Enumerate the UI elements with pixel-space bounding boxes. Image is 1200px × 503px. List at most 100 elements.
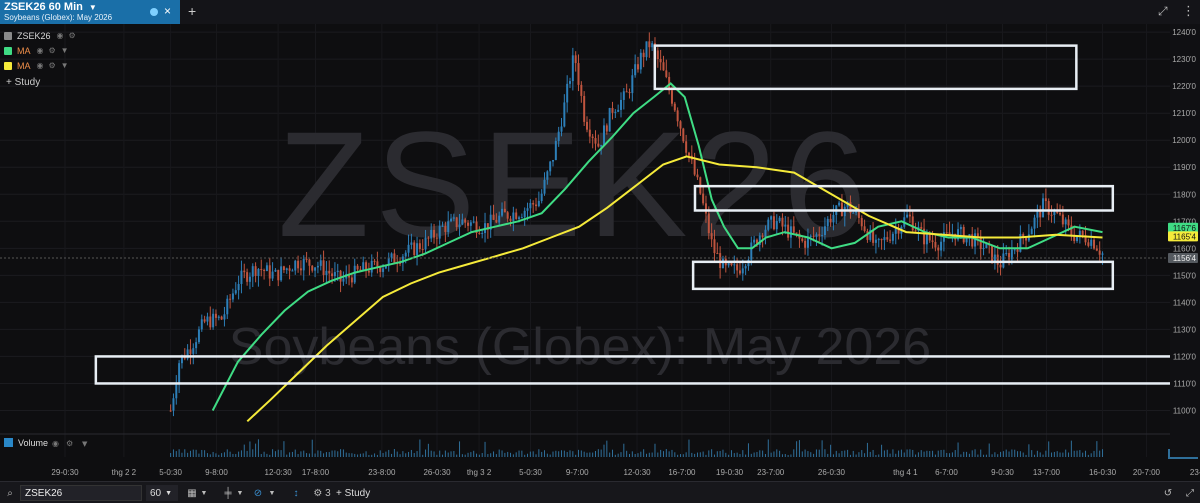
legend-row-ma-yellow[interactable]: MA ◉ ⚙ ▼ <box>4 58 81 73</box>
search-icon[interactable]: ⌕ <box>0 485 20 501</box>
close-icon[interactable]: × <box>164 4 171 18</box>
chevron-down-icon[interactable]: ▼ <box>61 61 69 70</box>
candle-body <box>214 313 217 318</box>
candle-body <box>481 232 484 234</box>
candle-body <box>1002 253 1005 268</box>
price-tick-label: 1130'0 <box>1173 325 1197 334</box>
candle-body <box>175 384 178 399</box>
eye-icon[interactable]: ◉ <box>57 31 64 40</box>
candle-body <box>362 262 365 271</box>
chevron-down-icon[interactable]: ▼ <box>89 3 97 12</box>
candle-body <box>1067 219 1070 226</box>
time-tick-label: 26-0:30 <box>818 468 846 477</box>
study-legend: ZSEK26 ◉ ⚙ MA ◉ ⚙ ▼ MA ◉ ⚙ ▼ <box>4 28 81 73</box>
candle-body <box>863 226 866 232</box>
candle-body <box>373 260 376 262</box>
gear-icon[interactable]: ⚙ <box>48 46 55 55</box>
candle-body <box>1081 230 1084 236</box>
eye-icon[interactable]: ◉ <box>37 46 44 55</box>
candle-body <box>418 243 421 250</box>
candle-body <box>509 218 512 221</box>
candle-body <box>815 234 818 237</box>
price-tick-label: 1220'0 <box>1172 82 1196 91</box>
expand-icon[interactable]: ⤢ <box>1158 4 1168 19</box>
candle-body <box>600 144 603 147</box>
candle-body <box>294 260 297 271</box>
price-tick-label: 1120'0 <box>1173 352 1197 361</box>
candle-body <box>254 266 257 276</box>
candle-body <box>962 226 965 243</box>
chevron-down-icon[interactable]: ▼ <box>61 46 69 55</box>
undo-icon[interactable]: ↺ <box>1158 485 1178 501</box>
chart-tab[interactable]: ZSEK26 60 Min ▼ Soybeans (Globex): May 20… <box>0 0 180 24</box>
legend-row-ma-green[interactable]: MA ◉ ⚙ ▼ <box>4 43 81 58</box>
add-tab-button[interactable]: + <box>188 3 196 19</box>
eye-icon[interactable]: ◉ <box>52 439 59 448</box>
candle-body <box>506 212 509 219</box>
candle-body <box>832 214 835 223</box>
fullscreen-icon[interactable]: ⤢ <box>1180 485 1200 501</box>
candle-body <box>200 319 203 330</box>
candle-body <box>243 270 246 273</box>
time-tick-label: thg 4 1 <box>893 468 918 477</box>
chevron-down-icon[interactable]: ▼ <box>266 485 278 501</box>
candle-body <box>883 237 886 241</box>
candle-body <box>594 138 597 144</box>
hide-drawings-icon[interactable]: ⊘ <box>248 485 268 501</box>
candle-body <box>721 258 724 269</box>
add-study-button[interactable]: + Study <box>6 77 40 88</box>
candle-body <box>537 200 540 207</box>
candle-body <box>920 226 923 229</box>
candle-body <box>189 349 192 354</box>
candle-body <box>1087 242 1090 246</box>
price-chart[interactable]: ZSEK26 Soybeans (Globex): May 2026 1957 … <box>0 24 1200 481</box>
candle-body <box>605 125 608 132</box>
crosshair-icon[interactable]: ↕ <box>286 485 306 501</box>
candle-body <box>339 270 342 282</box>
legend-label: MA <box>17 60 31 71</box>
candle-body <box>404 252 407 257</box>
gear-icon[interactable]: ⚙ <box>48 61 55 70</box>
gear-icon[interactable]: ⚙ <box>66 439 73 448</box>
add-study-toolbar-button[interactable]: + Study <box>336 485 382 501</box>
candle-body <box>523 210 526 218</box>
chevron-down-icon[interactable]: ▼ <box>82 440 88 448</box>
legend-row-symbol[interactable]: ZSEK26 ◉ ⚙ <box>4 28 81 43</box>
candle-body <box>787 224 790 238</box>
candle-body <box>662 62 665 71</box>
candle-body <box>172 398 175 411</box>
candle-body <box>1050 214 1053 216</box>
candle-body <box>560 126 563 132</box>
time-tick-label: 9-7:00 <box>566 468 589 477</box>
chevron-down-icon[interactable]: ▼ <box>234 485 246 501</box>
eye-icon[interactable]: ◉ <box>37 61 44 70</box>
candle-body <box>880 239 883 241</box>
price-tick-label: 1230'0 <box>1172 55 1196 64</box>
candle-body <box>602 125 605 145</box>
gear-icon[interactable]: ⚙ <box>69 31 76 40</box>
candle-body <box>1016 249 1019 252</box>
legend-label: ZSEK26 <box>17 30 51 41</box>
time-tick-label: 12-0:30 <box>623 468 651 477</box>
candle-body <box>274 269 277 272</box>
price-tick-label: 1150'0 <box>1173 271 1197 280</box>
candle-body <box>472 221 475 223</box>
candle-body <box>197 329 200 343</box>
candle-body <box>991 245 994 263</box>
drawing-tools-button[interactable]: ⚙ 3 <box>308 485 336 501</box>
candle-body <box>693 159 696 175</box>
time-tick-label: 5-0:30 <box>519 468 542 477</box>
candle-body <box>1053 211 1056 216</box>
candle-body <box>583 95 586 122</box>
chevron-down-icon[interactable]: ▼ <box>198 485 210 501</box>
candle-body <box>818 234 821 236</box>
time-tick-label: 16-7:00 <box>668 468 696 477</box>
candle-body <box>277 269 280 281</box>
more-menu-icon[interactable]: ⋮ <box>1182 3 1195 19</box>
interval-select[interactable]: 60 ▼ <box>146 485 178 501</box>
candle-body <box>889 239 892 241</box>
candle-body <box>169 410 172 412</box>
candle-body <box>704 203 707 214</box>
candle-body <box>1047 201 1050 215</box>
symbol-input[interactable] <box>20 485 142 501</box>
